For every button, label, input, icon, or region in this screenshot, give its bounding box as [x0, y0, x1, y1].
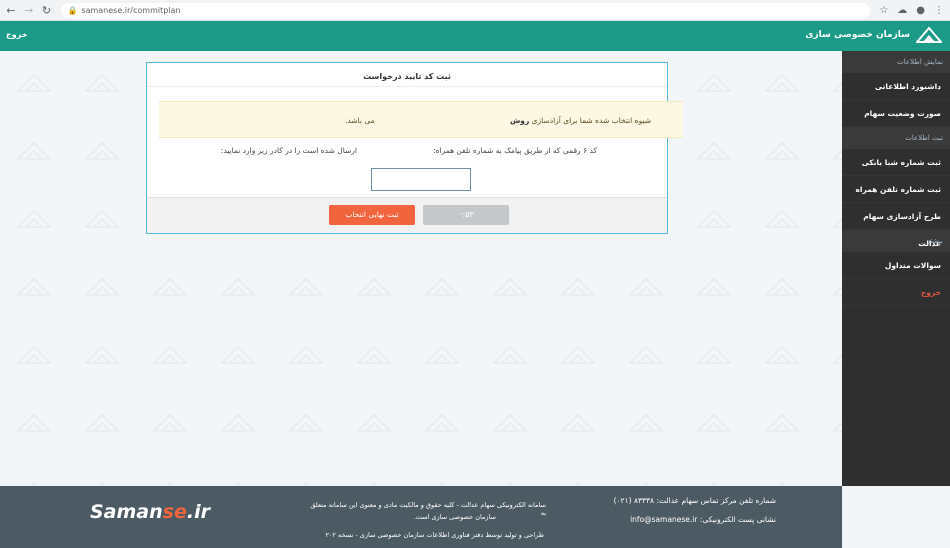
- resend-timer-button[interactable]: ۰:۵۳: [423, 205, 509, 225]
- verification-card: ثبت کد تایید درخواست شیوه انتخاب شده شما…: [146, 62, 683, 234]
- sidebar-item-shares-status[interactable]: صورت وضعیت سهام: [842, 100, 950, 127]
- sidebar-item-release-plan[interactable]: طرح آزادسازی سهام عدالت: [842, 203, 950, 248]
- extension-icon[interactable]: ☁: [897, 5, 907, 16]
- sidebar-section-more: بیشتر: [842, 230, 950, 252]
- sidebar-item-sheba[interactable]: ثبت شماره شبا بانکی: [842, 149, 950, 176]
- instruction-part-b: ارسال شده است را در کادر زیر وارد نمایید…: [220, 146, 357, 155]
- logo-se: se: [162, 501, 187, 523]
- card-actions: ۰:۵۳ ثبت نهایی انتخاب: [147, 197, 667, 233]
- sidebar-item-mobile[interactable]: ثبت شماره تلفن همراه: [842, 176, 950, 203]
- arrow-left-icon[interactable]: ←: [4, 3, 18, 17]
- card-title: ثبت کد تایید درخواست: [147, 63, 667, 87]
- arrow-right-icon[interactable]: →: [22, 3, 36, 17]
- browser-toolbar: ← → ↻ 🔒 samanese.ir/commitplan ☆ ☁ ● ⋮: [0, 0, 950, 21]
- logout-link[interactable]: خروج: [6, 30, 27, 39]
- logo-ir: .ir: [186, 501, 210, 523]
- method-notice: شیوه انتخاب شده شما برای آزادسازی روش می…: [159, 101, 683, 138]
- account-icon[interactable]: ●: [916, 5, 925, 16]
- star-icon[interactable]: ☆: [879, 5, 888, 16]
- final-submit-button[interactable]: ثبت نهایی انتخاب: [329, 205, 415, 225]
- site-header: خروج سازمان خصوصی سازی: [0, 21, 950, 51]
- url-text: samanese.ir/commitplan: [81, 5, 181, 15]
- brand-name: سازمان خصوصی سازی: [805, 30, 910, 40]
- brand-logo-icon: [916, 26, 942, 43]
- reload-icon[interactable]: ↻: [40, 3, 54, 17]
- logo-main: Saman: [90, 501, 163, 523]
- footer-rights-2: سازمان خصوصی سازی است.: [413, 513, 496, 521]
- footer-email[interactable]: نشانی پست الکترونیکی: info@samanese.ir: [630, 515, 776, 524]
- notice-method: روش: [509, 116, 530, 125]
- sidebar-item-faq[interactable]: سوالات متداول: [842, 252, 950, 279]
- notice-tail: می باشد.: [345, 116, 375, 125]
- brand[interactable]: سازمان خصوصی سازی: [805, 26, 942, 44]
- sidebar-section-info: نمایش اطلاعات: [842, 51, 950, 73]
- sidebar: نمایش اطلاعات داشبورد اطلاعاتی صورت وضعی…: [842, 51, 950, 486]
- code-input[interactable]: [371, 168, 471, 191]
- sidebar-item-dashboard[interactable]: داشبورد اطلاعاتی: [842, 73, 950, 100]
- instruction-part-a: کد ۶ رقمی که از طریق پیامک به شماره تلفن…: [433, 146, 597, 155]
- kebab-menu-icon[interactable]: ⋮: [934, 5, 944, 16]
- notice-main: شیوه انتخاب شده شما برای آزادسازی: [531, 116, 651, 125]
- footer-phone: شماره تلفن مرکز تماس سهام عدالت: ۸۳۳۳۸ (…: [613, 496, 776, 505]
- lock-icon: 🔒: [67, 5, 78, 15]
- sidebar-section-register: ثبت اطلاعات: [842, 127, 950, 149]
- footer-logo: Samanse.ir: [90, 501, 210, 523]
- sidebar-item-exit[interactable]: خروج: [842, 279, 950, 306]
- footer-design-credit: طراحی و تولید توسط دفتر فناوری اطلاعات س…: [325, 531, 544, 539]
- address-bar[interactable]: 🔒 samanese.ir/commitplan: [61, 2, 871, 18]
- main-content: ثبت کد تایید درخواست شیوه انتخاب شده شما…: [0, 51, 842, 486]
- site-footer: شماره تلفن مرکز تماس سهام عدالت: ۸۳۳۳۸ (…: [0, 486, 842, 548]
